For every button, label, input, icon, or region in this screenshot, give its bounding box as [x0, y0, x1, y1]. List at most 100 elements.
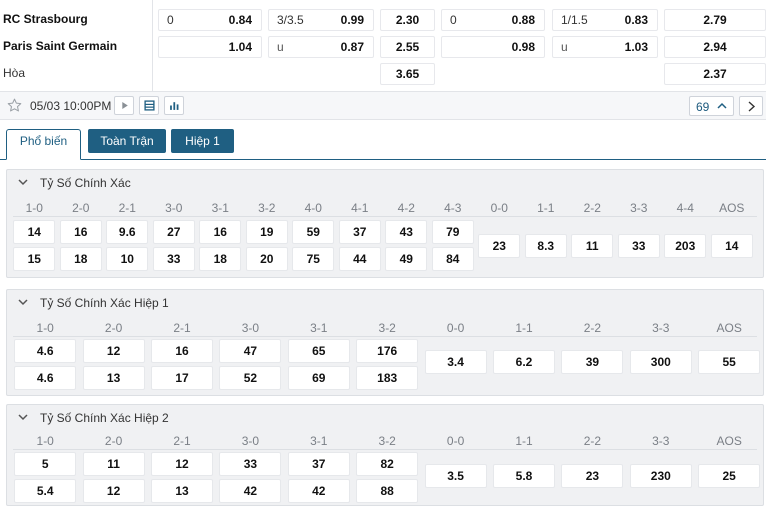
score-odds-cell[interactable]: 82	[356, 452, 419, 476]
score-odds-cell[interactable]: 14	[710, 234, 753, 258]
score-odds-cell[interactable]: 37	[287, 452, 350, 476]
score-odds-cell[interactable]: 75	[292, 247, 335, 271]
score-odds-cell[interactable]: 5	[14, 452, 77, 476]
score-odds-cell[interactable]: 19	[245, 220, 288, 244]
score-odds-cell[interactable]: 59	[292, 220, 335, 244]
score-odds-cell[interactable]: 44	[338, 247, 381, 271]
score-column-label: 3-0	[241, 321, 260, 335]
play-video-button[interactable]	[114, 96, 134, 115]
score-odds-cell[interactable]: 16	[199, 220, 242, 244]
score-odds-cell[interactable]: 11	[82, 452, 145, 476]
score-odds-cell[interactable]: 203	[664, 234, 707, 258]
score-odds-cell[interactable]: 49	[385, 247, 428, 271]
match-odds-panel: RC Strasbourg Paris Saint Germain Hòa 0 …	[0, 0, 766, 92]
score-odds-cell[interactable]: 230	[629, 464, 692, 488]
score-odds-cell[interactable]: 300	[629, 350, 692, 374]
score-odds-cell[interactable]: 13	[82, 366, 145, 390]
h1-over-under-over-cell[interactable]: 1/1.5 0.83	[552, 9, 658, 31]
chevron-down-icon	[18, 414, 28, 421]
score-odds-cell[interactable]: 17	[151, 366, 213, 390]
score-odds-cell[interactable]: 79	[431, 220, 474, 244]
score-odds-cell[interactable]: 11	[571, 234, 614, 258]
score-odds-cell[interactable]: 176	[356, 339, 419, 363]
score-odds-cell[interactable]: 33	[152, 247, 195, 271]
score-odds-cell[interactable]: 39	[561, 350, 624, 374]
scoreboard-icon	[144, 100, 155, 111]
statistics-button[interactable]	[164, 96, 184, 115]
score-odds-cell[interactable]: 88	[356, 479, 419, 503]
score-odds-cell[interactable]: 3.4	[424, 350, 487, 374]
score-odds-cell[interactable]: 84	[431, 247, 474, 271]
over-under-over-cell[interactable]: 3/3.5 0.99	[268, 9, 374, 31]
section-header[interactable]: Tỷ Số Chính Xác Hiệp 1	[7, 290, 763, 316]
h1-handicap-away-cell[interactable]: 0.98	[441, 36, 545, 58]
score-odds-cell[interactable]: 6.2	[493, 350, 555, 374]
score-odds-cell[interactable]: 20	[245, 247, 288, 271]
score-odds-cell[interactable]: 43	[385, 220, 428, 244]
score-column-label: 2-0	[104, 321, 123, 335]
h1-over-odds: 0.83	[624, 13, 648, 27]
handicap-away-cell[interactable]: 1.04	[158, 36, 262, 58]
score-odds-cell[interactable]: 15	[13, 247, 56, 271]
score-odds-cell[interactable]: 47	[219, 339, 282, 363]
score-odds-cell[interactable]: 25	[698, 464, 761, 488]
score-odds-cell[interactable]: 37	[338, 220, 381, 244]
x12-draw-cell[interactable]: 3.65	[380, 63, 435, 85]
score-odds-cell[interactable]: 33	[219, 452, 282, 476]
handicap-home-cell[interactable]: 0 0.84	[158, 9, 262, 31]
tab-popular[interactable]: Phổ biến	[6, 129, 81, 160]
score-odds-cell[interactable]: 55	[698, 350, 761, 374]
star-favorite-icon[interactable]	[7, 98, 22, 113]
score-odds-cell[interactable]: 18	[59, 247, 102, 271]
over-under-line: 3/3.5	[277, 13, 304, 27]
h1-x12-home-cell[interactable]: 2.79	[664, 9, 766, 31]
score-odds-cell[interactable]: 42	[219, 479, 282, 503]
h1-x12-draw-cell[interactable]: 2.37	[664, 63, 766, 85]
score-odds-cell[interactable]: 27	[152, 220, 195, 244]
score-odds-cell[interactable]: 18	[199, 247, 242, 271]
score-odds-cell[interactable]: 10	[106, 247, 149, 271]
score-odds-cell[interactable]: 33	[617, 234, 660, 258]
score-odds-cell[interactable]: 4.6	[14, 339, 77, 363]
section-header[interactable]: Tỷ Số Chính Xác	[7, 170, 763, 196]
score-odds-cell[interactable]: 69	[287, 366, 350, 390]
scoreboard-button[interactable]	[139, 96, 159, 115]
score-column-label: 1-1	[537, 201, 555, 215]
score-odds-cell[interactable]: 65	[287, 339, 350, 363]
handicap-line: 0	[167, 13, 174, 27]
score-odds-cell[interactable]: 23	[561, 464, 624, 488]
tab-first-half[interactable]: Hiệp 1	[171, 129, 234, 153]
next-match-button[interactable]	[739, 96, 763, 116]
x12-away-cell[interactable]: 2.55	[380, 36, 435, 58]
score-odds-cell[interactable]: 3.5	[424, 464, 487, 488]
score-column-label: 2-1	[118, 201, 136, 215]
tab-full-match[interactable]: Toàn Trận	[88, 129, 166, 153]
score-odds-cell[interactable]: 4.6	[14, 366, 77, 390]
more-markets-toggle[interactable]: 69	[689, 96, 734, 116]
score-odds-cell[interactable]: 14	[13, 220, 56, 244]
score-odds-cell[interactable]: 42	[287, 479, 350, 503]
h1-x12-away-cell[interactable]: 2.94	[664, 36, 766, 58]
section-header[interactable]: Tỷ Số Chính Xác Hiệp 2	[7, 405, 763, 431]
score-odds-cell[interactable]: 9.6	[106, 220, 149, 244]
score-odds-cell[interactable]: 23	[478, 234, 521, 258]
over-under-under-cell[interactable]: u 0.87	[268, 36, 374, 58]
score-odds-cell[interactable]: 8.3	[524, 234, 567, 258]
score-odds-cell[interactable]: 13	[151, 479, 213, 503]
score-odds-cell[interactable]: 183	[356, 366, 419, 390]
score-odds-cell[interactable]: 16	[151, 339, 213, 363]
h1-handicap-home-cell[interactable]: 0 0.88	[441, 9, 545, 31]
x12-home-cell[interactable]: 2.30	[380, 9, 435, 31]
score-odds-cell[interactable]: 12	[82, 339, 145, 363]
score-odds-cell[interactable]: 16	[59, 220, 102, 244]
score-column-label: 2-2	[583, 321, 602, 335]
score-odds-cell[interactable]: 12	[82, 479, 145, 503]
x12-away-odds: 2.55	[395, 40, 420, 54]
score-odds-cell[interactable]: 52	[219, 366, 282, 390]
h1-over-under-under-cell[interactable]: u 1.03	[552, 36, 658, 58]
score-odds-cell[interactable]: 5.4	[14, 479, 77, 503]
h1-under-label: u	[561, 40, 568, 54]
score-odds-cell[interactable]: 12	[151, 452, 213, 476]
score-odds-cell[interactable]: 5.8	[493, 464, 555, 488]
play-icon	[122, 101, 128, 110]
